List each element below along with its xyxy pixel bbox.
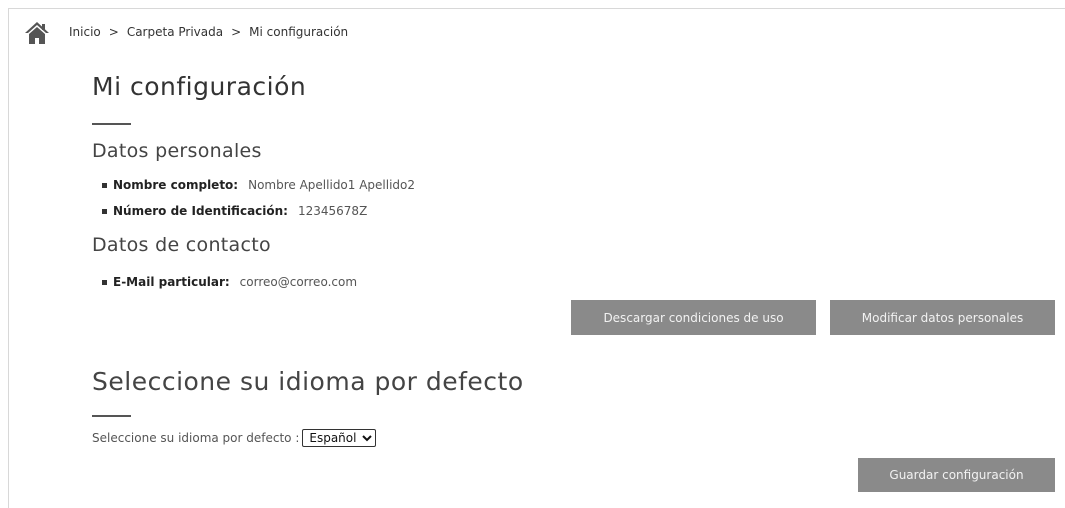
bullet-icon — [102, 182, 107, 188]
field-id-number: Número de Identificación: 12345678Z — [102, 204, 367, 218]
page-title: Mi configuración — [92, 72, 307, 101]
breadcrumb-item-inicio[interactable]: Inicio — [69, 25, 101, 39]
bullet-icon — [102, 208, 107, 214]
download-terms-button[interactable]: Descargar condiciones de uso — [571, 300, 816, 335]
language-label: Seleccione su idioma por defecto : — [92, 431, 300, 445]
field-full-name: Nombre completo: Nombre Apellido1 Apelli… — [102, 178, 415, 192]
breadcrumb-item-carpeta-privada[interactable]: Carpeta Privada — [127, 25, 223, 39]
modify-personal-data-button[interactable]: Modificar datos personales — [830, 300, 1055, 335]
field-label: E-Mail particular: — [113, 275, 230, 289]
language-row: Seleccione su idioma por defecto : Españ… — [92, 429, 377, 447]
field-label: Número de Identificación: — [113, 204, 288, 218]
home-icon[interactable] — [24, 21, 50, 45]
field-value: correo@correo.com — [239, 275, 358, 289]
section-title-contact: Datos de contacto — [92, 234, 271, 256]
field-value: 12345678Z — [297, 204, 368, 218]
title-divider — [92, 123, 131, 125]
save-settings-button[interactable]: Guardar configuración — [858, 458, 1055, 492]
field-email: E-Mail particular: correo@correo.com — [102, 275, 357, 289]
section-title-personal: Datos personales — [92, 140, 262, 162]
language-divider — [92, 415, 131, 417]
language-select[interactable]: Español — [302, 429, 377, 447]
breadcrumb-item-current: Mi configuración — [249, 25, 349, 39]
bullet-icon — [102, 279, 107, 285]
breadcrumb: Inicio > Carpeta Privada > Mi configurac… — [69, 25, 348, 39]
section-title-language: Seleccione su idioma por defecto — [92, 367, 524, 396]
field-label: Nombre completo: — [113, 178, 239, 192]
breadcrumb-separator: > — [108, 25, 119, 39]
breadcrumb-separator: > — [231, 25, 242, 39]
field-value: Nombre Apellido1 Apellido2 — [248, 178, 416, 192]
